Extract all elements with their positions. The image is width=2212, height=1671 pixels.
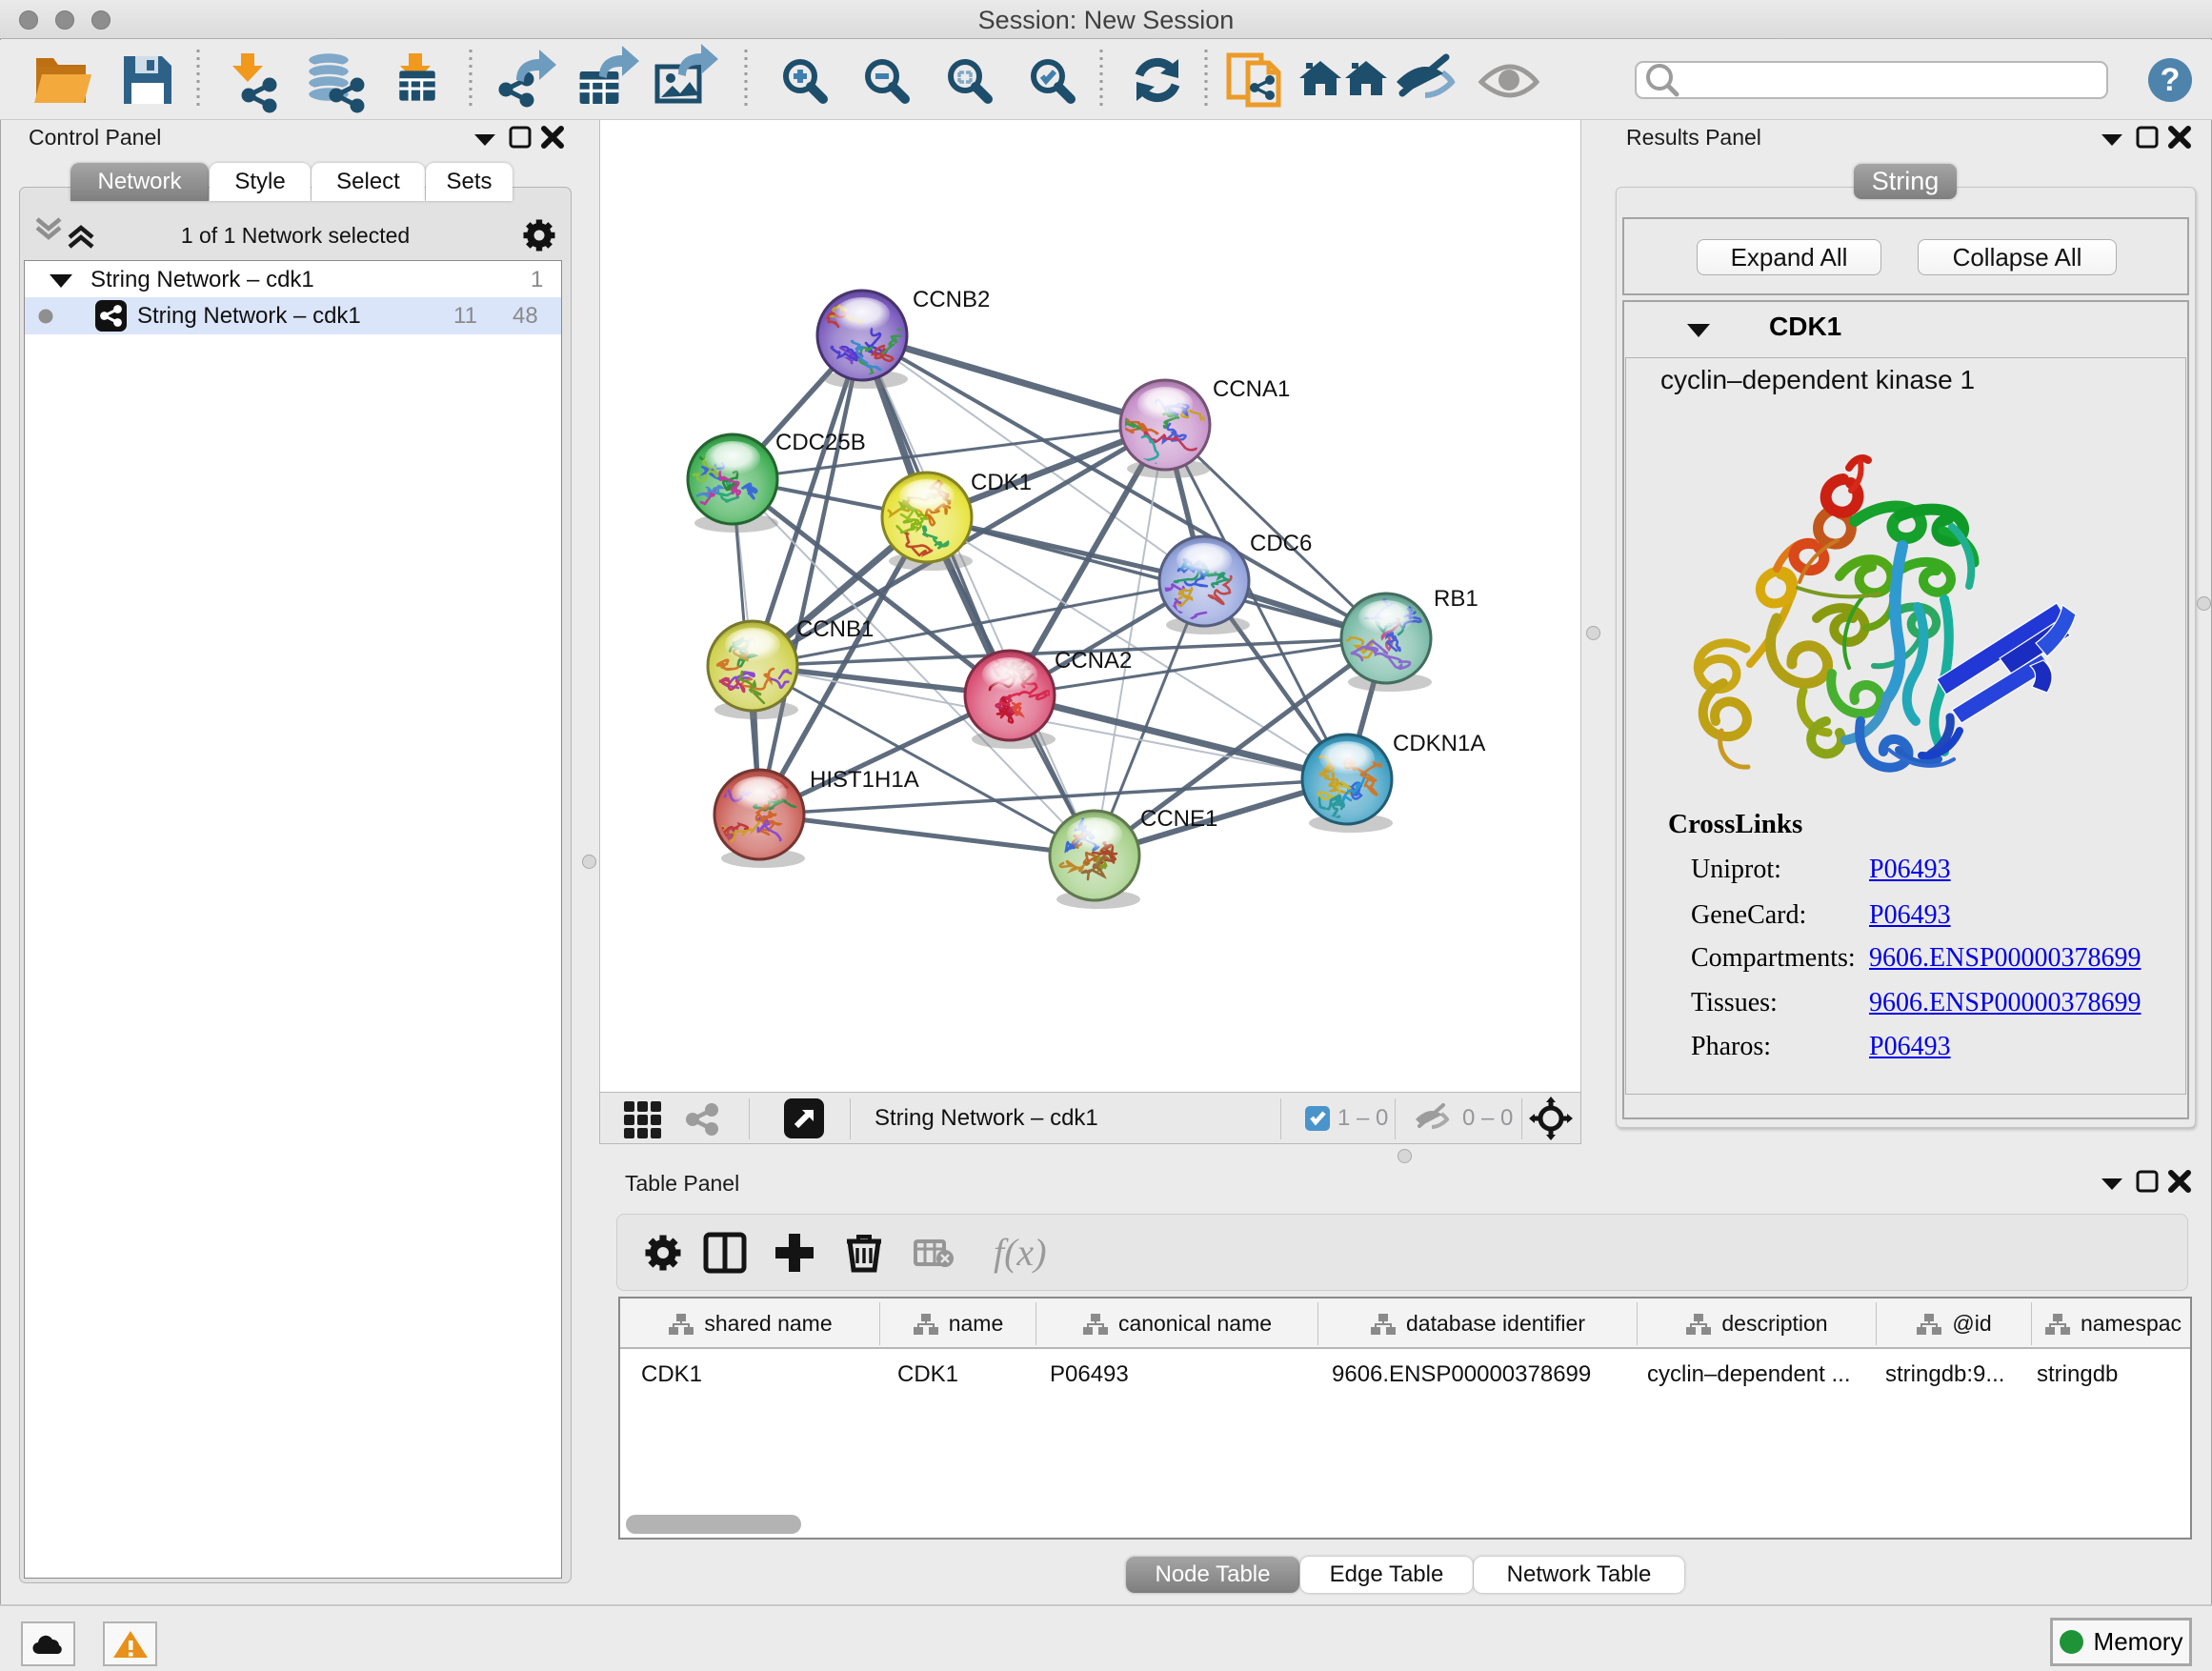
svg-text:?: ?	[2161, 62, 2181, 98]
svg-text:CDC25B: CDC25B	[775, 430, 866, 455]
svg-text:CCNA2: CCNA2	[1055, 648, 1132, 674]
svg-text:CDK1: CDK1	[971, 470, 1032, 495]
svg-text:CDKN1A: CDKN1A	[1393, 731, 1485, 756]
svg-text:CCNE1: CCNE1	[1140, 806, 1217, 832]
svg-text:CCNB1: CCNB1	[796, 616, 874, 642]
svg-text:HIST1H1A: HIST1H1A	[810, 767, 919, 793]
svg-text:CDC6: CDC6	[1250, 531, 1312, 556]
svg-text:CCNA1: CCNA1	[1213, 376, 1290, 402]
svg-text:RB1: RB1	[1434, 586, 1478, 612]
svg-text:f(x): f(x)	[994, 1231, 1047, 1274]
svg-text:CCNB2: CCNB2	[913, 287, 990, 312]
